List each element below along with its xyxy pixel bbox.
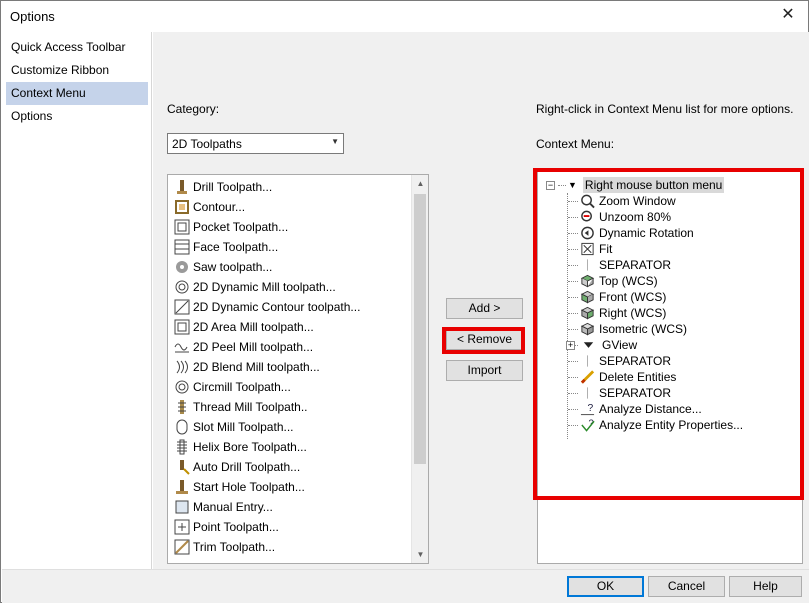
- toolpath-list-item[interactable]: 2D Area Mill toolpath...: [174, 317, 314, 337]
- toolpath-list-item[interactable]: Contour...: [174, 197, 245, 217]
- ok-button-label: OK: [596, 579, 615, 593]
- toolpath-command-list[interactable]: Drill Toolpath... Contour... Pocket Toolpa…: [167, 174, 429, 564]
- saw-icon: [174, 259, 190, 275]
- peel-mill-icon: [174, 339, 190, 355]
- cancel-button[interactable]: Cancel: [648, 576, 725, 597]
- pocket-icon: [174, 219, 190, 235]
- circmill-icon: [174, 379, 190, 395]
- toolpath-list-item[interactable]: 2D Dynamic Contour toolpath...: [174, 297, 360, 317]
- toolpath-list-item-label: Circmill Toolpath...: [193, 380, 291, 394]
- toolpath-list-item-label: Auto Drill Toolpath...: [193, 460, 301, 474]
- toolpath-list-item-label: Helix Bore Toolpath...: [193, 440, 307, 454]
- auto-drill-icon: [174, 459, 190, 475]
- dialog-footer: OK Cancel Help: [2, 569, 809, 603]
- toolpath-list-item[interactable]: Face Toolpath...: [174, 237, 278, 257]
- toolpath-list-item[interactable]: 2D Peel Mill toolpath...: [174, 337, 313, 357]
- nav-item-quick-access-toolbar[interactable]: Quick Access Toolbar: [6, 36, 148, 59]
- thread-mill-icon: [174, 399, 190, 415]
- drill-icon: [174, 179, 190, 195]
- contour-icon: [174, 199, 190, 215]
- toolpath-list-item-label: Drill Toolpath...: [193, 180, 273, 194]
- toolpath-list-item[interactable]: Circmill Toolpath...: [174, 377, 291, 397]
- nav-item-customize-ribbon[interactable]: Customize Ribbon: [6, 59, 148, 82]
- blend-mill-icon: [174, 359, 190, 375]
- toolpath-list-item-label: Start Hole Toolpath...: [193, 480, 305, 494]
- toolpath-list-item[interactable]: Helix Bore Toolpath...: [174, 437, 307, 457]
- toolpath-list-item[interactable]: Saw toolpath...: [174, 257, 272, 277]
- toolpath-list-item[interactable]: 2D Blend Mill toolpath...: [174, 357, 320, 377]
- trim-icon: [174, 539, 190, 555]
- area-mill-icon: [174, 319, 190, 335]
- slot-mill-icon: [174, 419, 190, 435]
- toolpath-list-item-label: Face Toolpath...: [193, 240, 279, 254]
- category-value: 2D Toolpaths: [172, 137, 242, 151]
- point-icon: [174, 519, 190, 535]
- nav-item-options[interactable]: Options: [6, 105, 148, 128]
- toolpath-list-item-label: Point Toolpath...: [193, 520, 279, 534]
- toolpath-list-item[interactable]: 2D Dynamic Mill toolpath...: [174, 277, 336, 297]
- window-title: Options: [10, 9, 55, 24]
- context-menu-hint: Right-click in Context Menu list for mor…: [536, 102, 794, 116]
- context-menu-label: Context Menu:: [536, 137, 615, 151]
- dynamic-mill-icon: [174, 279, 190, 295]
- toolpath-list-item-label: Manual Entry...: [193, 500, 273, 514]
- toolpath-list-item-label: Thread Mill Toolpath..: [193, 400, 308, 414]
- face-icon: [174, 239, 190, 255]
- context-menu-highlight: [533, 168, 804, 500]
- toolpath-list-item-label: Contour...: [193, 200, 246, 214]
- toolpath-list-item-label: Pocket Toolpath...: [193, 220, 289, 234]
- toolpath-list-item-label: 2D Dynamic Mill toolpath...: [193, 280, 336, 294]
- toolpath-list-item-label: Saw toolpath...: [193, 260, 273, 274]
- ok-button[interactable]: OK: [567, 576, 644, 597]
- chevron-down-icon: ▼: [331, 137, 339, 146]
- category-select[interactable]: 2D Toolpaths ▼: [167, 133, 344, 154]
- toolpath-list-item-label: Slot Mill Toolpath...: [193, 420, 294, 434]
- cancel-button-label: Cancel: [667, 579, 706, 593]
- toolpath-list-item[interactable]: Thread Mill Toolpath..: [174, 397, 308, 417]
- start-hole-icon: [174, 479, 190, 495]
- close-icon[interactable]: ✕: [778, 5, 798, 25]
- toolpath-list-item-label: 2D Peel Mill toolpath...: [193, 340, 314, 354]
- options-dialog: Options ✕ Quick Access Toolbar Customize…: [0, 0, 809, 603]
- remove-button-highlight: [442, 327, 525, 354]
- category-label: Category:: [167, 102, 220, 116]
- manual-entry-icon: [174, 499, 190, 515]
- toolpath-list-item-label: 2D Dynamic Contour toolpath...: [193, 300, 361, 314]
- toolpath-list-scrollbar[interactable]: ▲ ▼: [411, 175, 428, 563]
- help-button[interactable]: Help: [729, 576, 802, 597]
- toolpath-list-item[interactable]: Pocket Toolpath...: [174, 217, 288, 237]
- helix-bore-icon: [174, 439, 190, 455]
- nav-item-context-menu[interactable]: Context Menu: [6, 82, 148, 105]
- toolpath-list-item[interactable]: Manual Entry...: [174, 497, 273, 517]
- scroll-down-icon[interactable]: ▼: [412, 546, 428, 563]
- help-button-label: Help: [753, 579, 778, 593]
- title-bar: Options ✕: [1, 1, 808, 31]
- toolpath-list-item[interactable]: Start Hole Toolpath...: [174, 477, 305, 497]
- import-button[interactable]: Import: [446, 360, 523, 381]
- scroll-thumb[interactable]: [414, 194, 426, 464]
- add-button[interactable]: Add >: [446, 298, 523, 319]
- toolpath-list-item-label: 2D Blend Mill toolpath...: [193, 360, 320, 374]
- context-menu-panel: Category: 2D Toolpaths ▼ Drill Toolpath.…: [153, 32, 809, 569]
- toolpath-list-item-label: Trim Toolpath...: [193, 540, 276, 554]
- toolpath-list-item[interactable]: Trim Toolpath...: [174, 537, 275, 557]
- toolpath-list-item[interactable]: Point Toolpath...: [174, 517, 279, 537]
- toolpath-list-item[interactable]: Auto Drill Toolpath...: [174, 457, 300, 477]
- toolpath-list-item[interactable]: Drill Toolpath...: [174, 177, 272, 197]
- import-button-label: Import: [467, 363, 502, 377]
- toolpath-list-item[interactable]: Slot Mill Toolpath...: [174, 417, 294, 437]
- dynamic-contour-icon: [174, 299, 190, 315]
- toolpath-list-item-label: 2D Area Mill toolpath...: [193, 320, 314, 334]
- add-button-label: Add >: [468, 301, 501, 315]
- scroll-up-icon[interactable]: ▲: [412, 175, 428, 192]
- options-nav: Quick Access Toolbar Customize Ribbon Co…: [2, 32, 152, 569]
